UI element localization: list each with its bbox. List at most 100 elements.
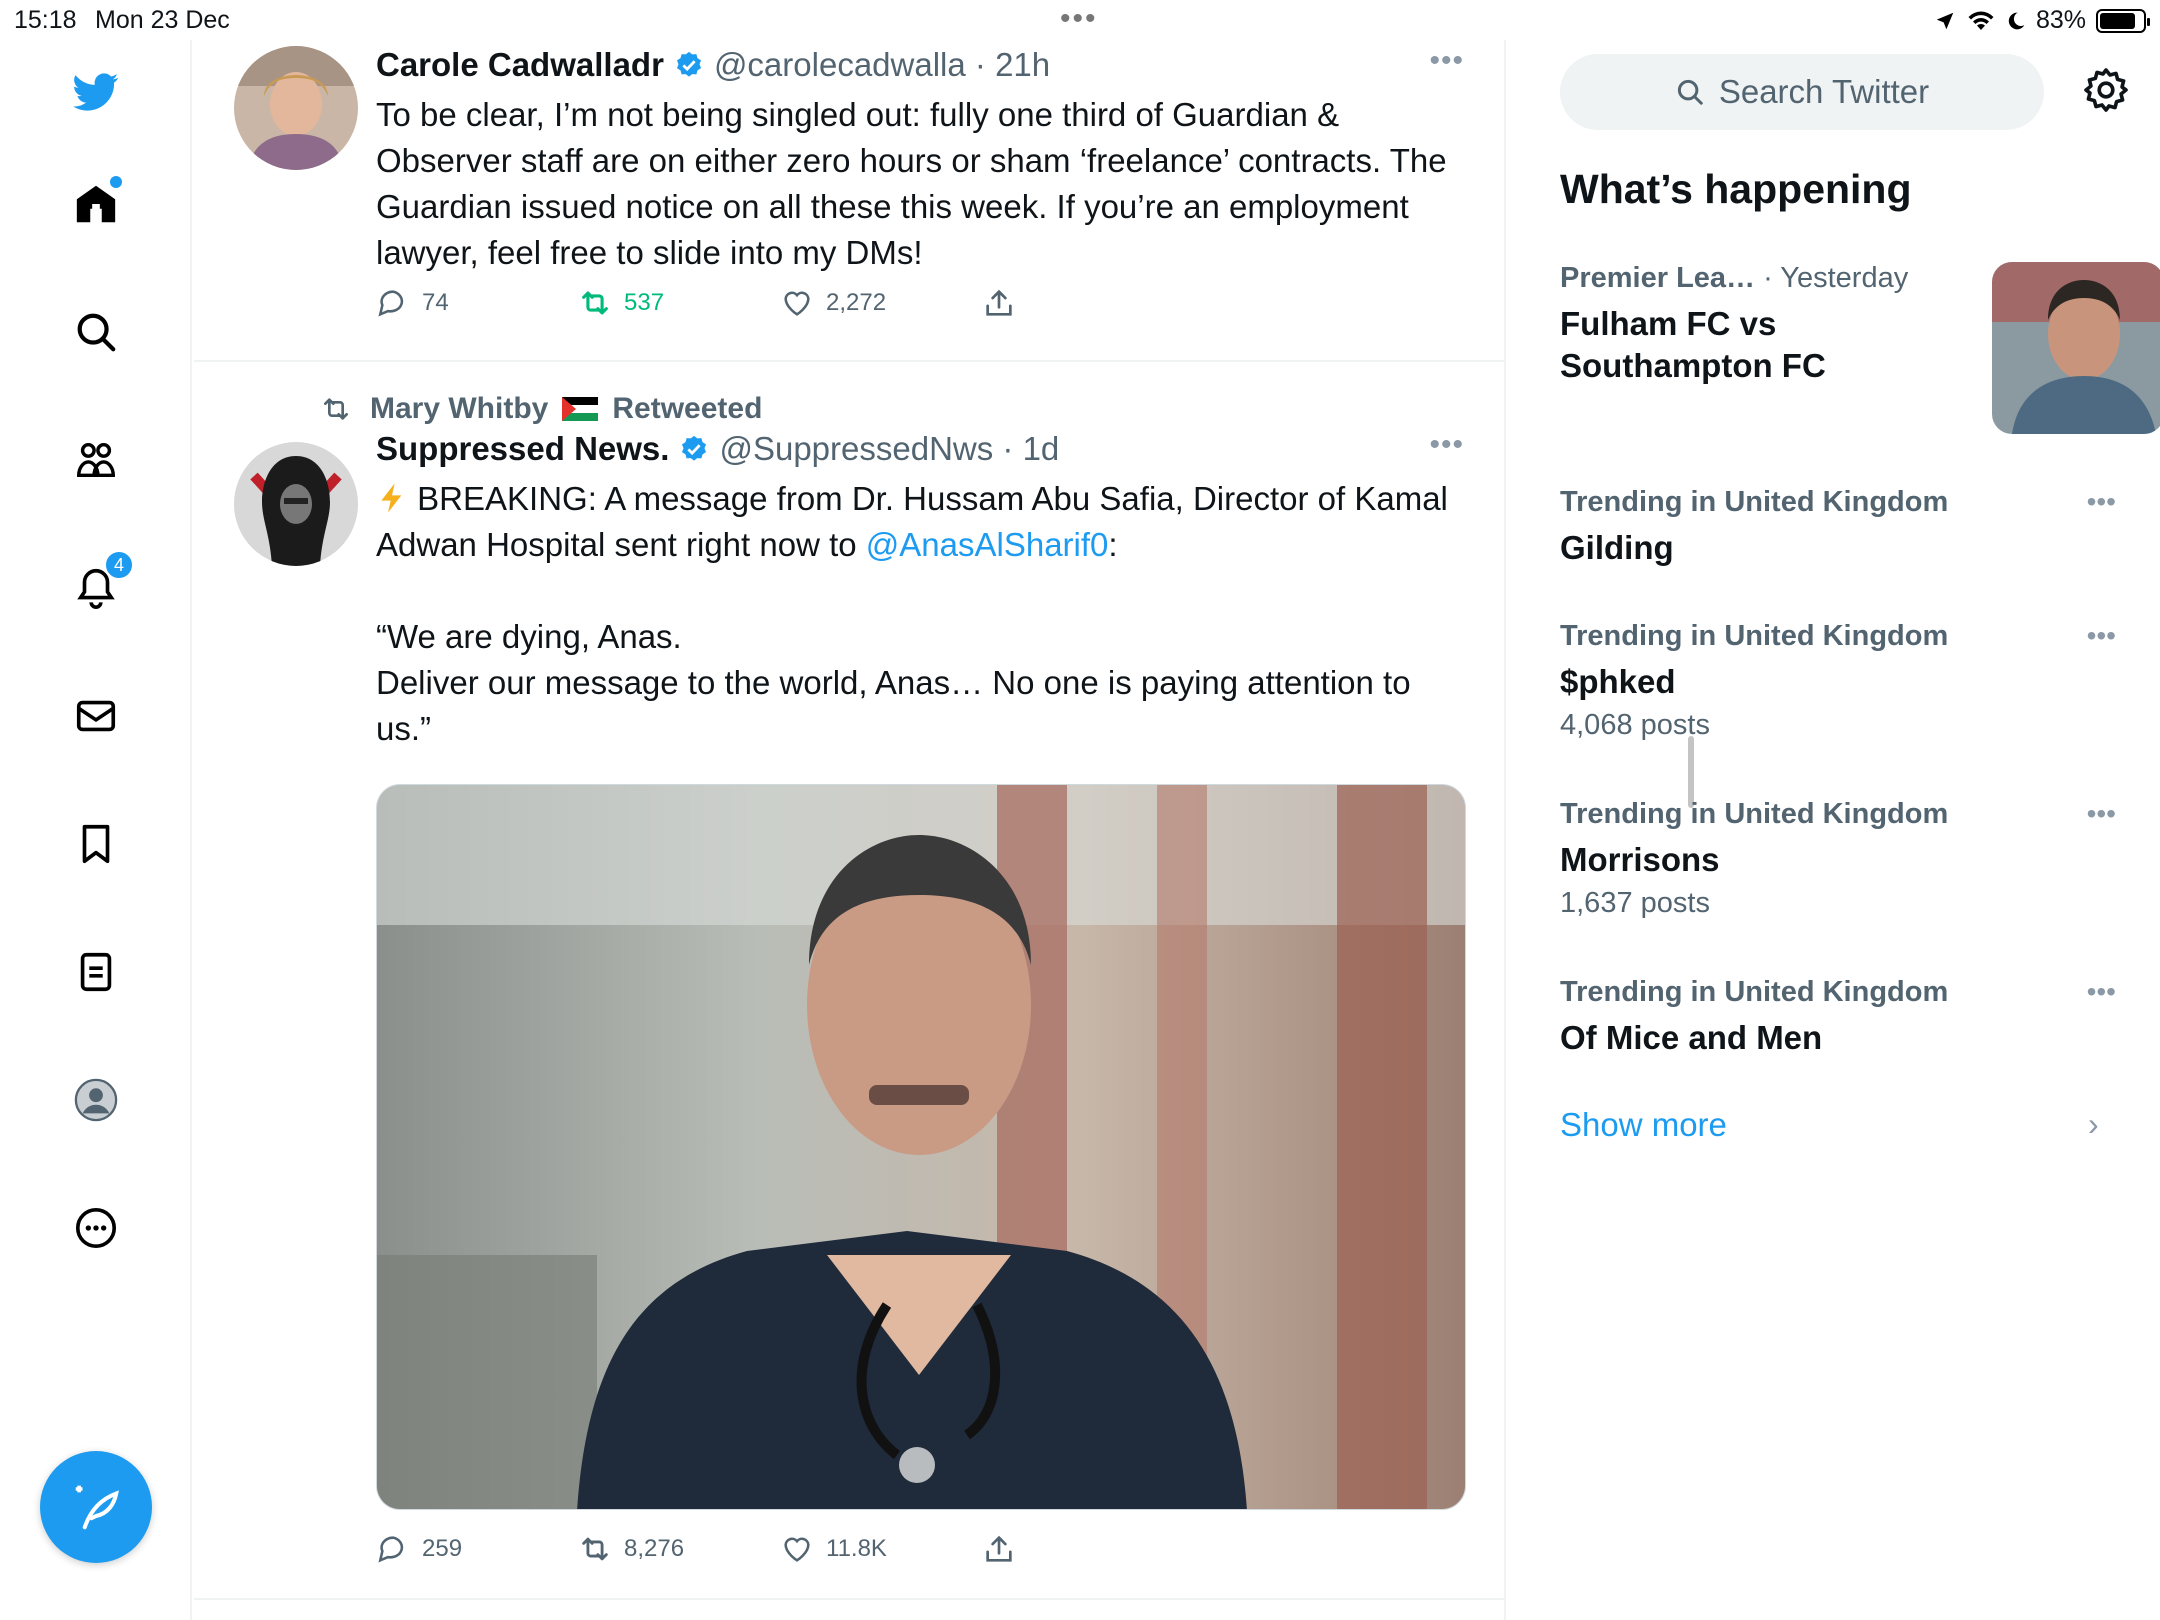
quote-line-2: Deliver our message to the world, Anas… …: [376, 664, 1411, 747]
tweet-text: To be clear, I’m not being singled out: …: [376, 96, 1447, 271]
tweet-more-icon[interactable]: •••: [1429, 428, 1464, 462]
avatar[interactable]: [234, 46, 358, 170]
verified-badge-icon: [676, 51, 701, 77]
wifi-icon: [1968, 11, 1994, 30]
status-bar: 15:18 Mon 23 Dec ••• 83%: [0, 0, 2160, 40]
sidebar-nav: 4: [0, 40, 192, 1620]
trend-title: Morrisons: [1560, 841, 1720, 878]
home-unread-dot: [110, 176, 122, 188]
trend-title: Of Mice and Men: [1560, 1019, 1823, 1056]
like-count: 11.8K: [826, 1535, 887, 1562]
show-more-link[interactable]: Show more: [1560, 1106, 1727, 1144]
retweeted-label: Retweeted: [612, 392, 763, 425]
author-name[interactable]: Carole Cadwalladr: [376, 46, 664, 84]
share-button[interactable]: [982, 286, 1184, 320]
heart-icon: [784, 291, 810, 316]
like-count: 2,272: [826, 289, 887, 316]
palestine-flag-icon: [562, 397, 599, 421]
timeline: Carole Cadwalladr @carolecadwalla · 21h …: [194, 40, 1694, 1620]
status-indicators: 83%: [1934, 6, 2150, 35]
nav-explore[interactable]: [66, 302, 126, 362]
battery-percent: 83%: [2035, 6, 2086, 34]
author-handle[interactable]: @carolecadwalla: [714, 46, 966, 84]
nav-communities[interactable]: [66, 430, 126, 490]
trend-item[interactable]: Trending in United Kingdom Morrisons 1,6…: [1560, 798, 2120, 920]
tweet-header: Carole Cadwalladr @carolecadwalla · 21h: [376, 46, 1050, 84]
retweeter-name[interactable]: Mary Whitby: [370, 392, 548, 426]
mail-icon: [76, 700, 116, 732]
retweet-icon: [582, 291, 608, 315]
trend-more-icon[interactable]: •••: [2087, 620, 2116, 652]
tweet-text: BREAKING: A message from Dr. Hussam Abu …: [376, 476, 1456, 752]
nav-messages[interactable]: [66, 686, 126, 746]
tweet-header: Suppressed News. @SuppressedNws · 1d: [376, 430, 1059, 468]
like-button[interactable]: 11.8K: [780, 1532, 982, 1566]
author-handle[interactable]: @SuppressedNws: [719, 430, 993, 468]
nav-lists[interactable]: [66, 942, 126, 1002]
search-placeholder: Search Twitter: [1718, 73, 1930, 110]
nav-home[interactable]: [66, 174, 126, 234]
search-input[interactable]: Search Twitter: [1560, 54, 2044, 130]
trend-title: Fulham FC vs Southampton FC: [1560, 305, 1826, 384]
twitter-logo-icon[interactable]: [66, 62, 126, 122]
status-time: 15:18: [14, 6, 77, 34]
verified-badge-icon: [682, 435, 707, 461]
tweet[interactable]: Carole Cadwalladr @carolecadwalla · 21h …: [194, 40, 1506, 362]
avatar[interactable]: [234, 442, 358, 566]
retweet-count: 8,276: [624, 1535, 685, 1562]
share-icon: [986, 1535, 1012, 1562]
reply-count: 74: [422, 289, 449, 316]
multitask-dots-icon[interactable]: •••: [1060, 2, 1098, 36]
like-button[interactable]: 2,272: [780, 286, 982, 320]
reply-button[interactable]: 259: [376, 1532, 578, 1566]
reply-icon: [378, 1536, 404, 1563]
trend-item[interactable]: Premier Lea… · Yesterday Fulham FC vs So…: [1560, 262, 2160, 442]
heart-icon: [784, 1537, 810, 1562]
battery-icon: [2096, 8, 2150, 33]
nav-notifications[interactable]: 4: [66, 550, 134, 618]
trend-context: Trending in United Kingdom: [1560, 798, 1949, 830]
mention-link[interactable]: @AnasAlSharif0: [866, 526, 1109, 563]
retweet-count: 537: [624, 289, 665, 316]
nav-more[interactable]: [66, 1198, 126, 1258]
tweet-actions: 74 537 2,272: [376, 286, 1184, 320]
settings-button[interactable]: [2078, 62, 2134, 118]
trend-item[interactable]: Trending in United Kingdom $phked 4,068 …: [1560, 620, 2120, 742]
trend-post-count: 1,637 posts: [1560, 887, 1710, 919]
home-icon: [76, 185, 116, 223]
trend-more-icon[interactable]: •••: [2087, 976, 2116, 1008]
tweet-time[interactable]: 21h: [995, 46, 1050, 84]
retweet-button[interactable]: 8,276: [578, 1532, 780, 1566]
trend-title: $phked: [1560, 663, 1676, 700]
right-sidebar: Search Twitter What’s happening Premier …: [1508, 40, 2160, 1620]
reply-count: 259: [422, 1535, 463, 1562]
tweet-media-photo[interactable]: [376, 784, 1466, 1510]
tweet-text-suffix: :: [1108, 526, 1118, 563]
trend-thumbnail: [1992, 262, 2160, 434]
nav-profile[interactable]: [66, 1070, 126, 1130]
trend-item[interactable]: Trending in United Kingdom Of Mice and M…: [1560, 976, 2120, 1059]
chevron-right-icon[interactable]: ›: [2088, 1106, 2099, 1143]
list-icon: [80, 952, 112, 992]
retweet-button[interactable]: 537: [578, 286, 780, 320]
tweet-time[interactable]: 1d: [1023, 430, 1060, 468]
quote-line-1: “We are dying, Anas.: [376, 618, 682, 655]
communities-icon: [77, 442, 115, 478]
compose-tweet-button[interactable]: [40, 1451, 152, 1563]
notifications-badge: 4: [104, 550, 134, 580]
status-date: Mon 23 Dec: [95, 6, 230, 34]
moon-icon: [2008, 12, 2025, 29]
author-name[interactable]: Suppressed News.: [376, 430, 669, 468]
more-circle-icon: [75, 1207, 117, 1249]
reply-button[interactable]: 74: [376, 286, 578, 320]
retweeted-by[interactable]: Mary Whitby Retweeted: [316, 392, 762, 426]
trend-more-icon[interactable]: •••: [2087, 486, 2116, 518]
search-icon: [1677, 79, 1703, 105]
share-button[interactable]: [982, 1532, 1184, 1566]
trend-item[interactable]: Trending in United Kingdom Gilding •••: [1560, 486, 2120, 569]
tweet-more-icon[interactable]: •••: [1429, 44, 1464, 78]
trend-time: · Yesterday: [1763, 262, 1909, 294]
trend-more-icon[interactable]: •••: [2087, 798, 2116, 830]
tweet[interactable]: Mary Whitby Retweeted Suppressed News. @…: [194, 364, 1506, 1600]
nav-bookmarks[interactable]: [66, 814, 126, 874]
